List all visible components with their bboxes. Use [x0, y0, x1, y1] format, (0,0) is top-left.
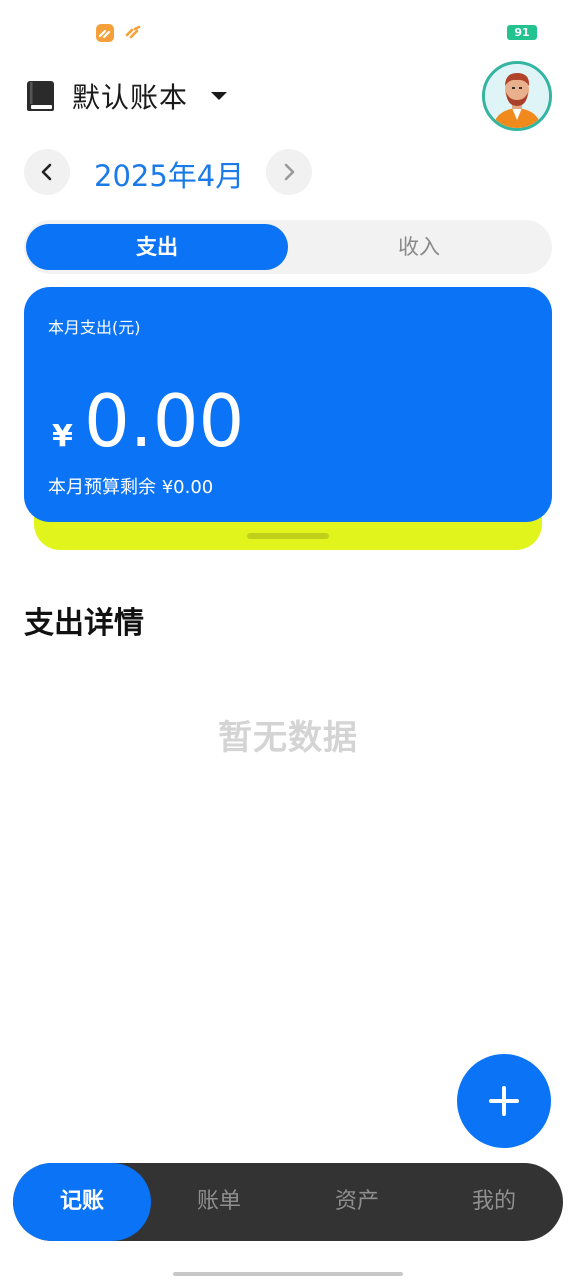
section-title: 支出详情: [24, 606, 144, 641]
drawer-handle[interactable]: [247, 533, 329, 539]
book-name: 默认账本: [72, 81, 189, 114]
empty-state: 暂无数据: [218, 718, 358, 758]
avatar[interactable]: [482, 61, 552, 131]
status-bar: 91: [0, 0, 576, 60]
chevron-left-icon: [41, 163, 52, 181]
app-notification-icon: [96, 24, 114, 42]
expense-amount: 0.00: [84, 379, 245, 463]
home-indicator[interactable]: [173, 1272, 403, 1276]
tab-assets[interactable]: 资产: [288, 1163, 426, 1241]
plus-icon: [489, 1086, 519, 1116]
next-month-button[interactable]: [266, 149, 312, 195]
currency-symbol: ¥: [52, 419, 73, 454]
tab-mine[interactable]: 我的: [425, 1163, 563, 1241]
chevron-right-icon: [284, 163, 295, 181]
prev-month-button[interactable]: [24, 149, 70, 195]
tab-bookkeeping[interactable]: 记账: [13, 1163, 151, 1241]
current-month[interactable]: 2025年4月: [94, 153, 244, 195]
tab-income[interactable]: 收入: [288, 224, 550, 270]
tab-expense[interactable]: 支出: [26, 224, 288, 270]
tab-bills[interactable]: 账单: [150, 1163, 288, 1241]
bottom-tabbar: 记账 账单 资产 我的: [13, 1163, 563, 1241]
card-label: 本月支出(元): [48, 318, 141, 337]
book-selector[interactable]: 默认账本: [24, 72, 228, 120]
type-segmented-control: 支出 收入: [24, 220, 552, 274]
month-navigation: 2025年4月: [24, 149, 324, 197]
app-notification-icon-2: [124, 24, 142, 42]
add-record-button[interactable]: [457, 1054, 551, 1148]
caret-down-icon: [211, 92, 228, 100]
budget-remaining: 本月预算剩余 ¥0.00: [48, 477, 214, 498]
book-icon: [27, 81, 54, 111]
battery-indicator: 91: [507, 25, 537, 40]
summary-card: 本月支出(元) ¥ 0.00 本月预算剩余 ¥0.00: [24, 287, 552, 522]
